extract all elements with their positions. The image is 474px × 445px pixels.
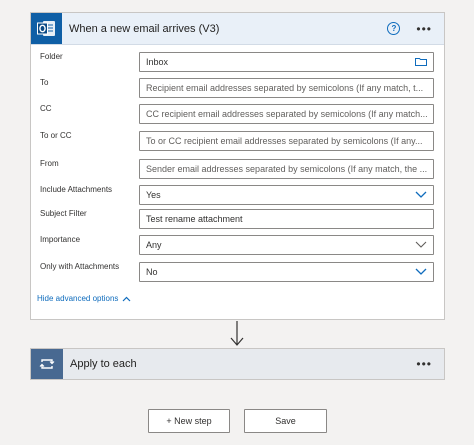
subject-filter-field[interactable]: Test rename attachment — [139, 209, 434, 229]
trigger-title: When a new email arrives (V3) — [69, 22, 220, 35]
to-or-cc-field[interactable]: To or CC recipient email addresses separ… — [139, 131, 434, 151]
from-placeholder: Sender email addresses separated by semi… — [146, 164, 427, 174]
from-field[interactable]: Sender email addresses separated by semi… — [139, 159, 434, 179]
cc-row: CC CC recipient email addresses separate… — [40, 104, 434, 125]
to-field[interactable]: Recipient email addresses separated by s… — [139, 78, 434, 98]
trigger-header[interactable]: When a new email arrives (V3) ? ••• — [31, 13, 444, 45]
only-with-attachments-value: No — [146, 267, 158, 277]
from-label: From — [40, 159, 59, 168]
new-step-label: + New step — [166, 416, 212, 426]
subject-filter-row: Subject Filter Test rename attachment — [40, 209, 434, 230]
to-row: To Recipient email addresses separated b… — [40, 78, 434, 99]
folder-field[interactable]: Inbox — [139, 52, 434, 72]
chevron-down-icon[interactable] — [415, 267, 427, 277]
more-options-icon[interactable]: ••• — [416, 23, 432, 35]
cc-field[interactable]: CC recipient email addresses separated b… — [139, 104, 434, 124]
cc-label: CC — [40, 104, 52, 113]
save-label: Save — [275, 416, 296, 426]
only-with-attachments-row: Only with Attachments No — [40, 262, 434, 283]
more-options-icon[interactable]: ••• — [416, 358, 432, 370]
chevron-down-icon[interactable] — [415, 240, 427, 250]
to-or-cc-placeholder: To or CC recipient email addresses separ… — [146, 136, 423, 146]
subject-filter-value: Test rename attachment — [146, 214, 243, 224]
to-or-cc-label: To or CC — [40, 131, 72, 140]
include-attachments-row: Include Attachments Yes — [40, 185, 434, 206]
help-icon[interactable]: ? — [387, 22, 401, 35]
trigger-card: When a new email arrives (V3) ? ••• Fold… — [30, 12, 445, 320]
importance-value: Any — [146, 240, 162, 250]
from-row: From Sender email addresses separated by… — [40, 159, 434, 180]
arrow-down-icon — [230, 321, 244, 346]
importance-row: Importance Any — [40, 235, 434, 256]
hide-advanced-options-link[interactable]: Hide advanced options — [37, 294, 131, 303]
to-placeholder: Recipient email addresses separated by s… — [146, 83, 424, 93]
only-with-attachments-dropdown[interactable]: No — [139, 262, 434, 282]
only-with-attachments-label: Only with Attachments — [40, 262, 120, 271]
chevron-down-icon[interactable] — [415, 190, 427, 200]
new-step-button[interactable]: + New step — [148, 409, 230, 433]
folder-value: Inbox — [146, 57, 169, 67]
include-attachments-label: Include Attachments — [40, 185, 113, 194]
apply-to-each-title: Apply to each — [70, 358, 137, 370]
loop-icon — [31, 349, 63, 379]
hide-advanced-options-label: Hide advanced options — [37, 294, 119, 303]
apply-to-each-header[interactable]: Apply to each ••• — [31, 349, 444, 379]
apply-to-each-card[interactable]: Apply to each ••• — [30, 348, 445, 380]
to-label: To — [40, 78, 49, 87]
importance-label: Importance — [40, 235, 81, 244]
include-attachments-dropdown[interactable]: Yes — [139, 185, 434, 205]
to-or-cc-row: To or CC To or CC recipient email addres… — [40, 131, 434, 152]
chevron-up-icon — [122, 296, 131, 301]
outlook-icon — [31, 13, 62, 44]
importance-dropdown[interactable]: Any — [139, 235, 434, 255]
folder-row: Folder Inbox — [40, 52, 434, 73]
subject-filter-label: Subject Filter — [40, 209, 87, 218]
folder-label: Folder — [40, 52, 63, 61]
folder-picker-icon[interactable] — [415, 57, 427, 68]
save-button[interactable]: Save — [244, 409, 327, 433]
include-attachments-value: Yes — [146, 190, 161, 200]
cc-placeholder: CC recipient email addresses separated b… — [146, 109, 427, 119]
